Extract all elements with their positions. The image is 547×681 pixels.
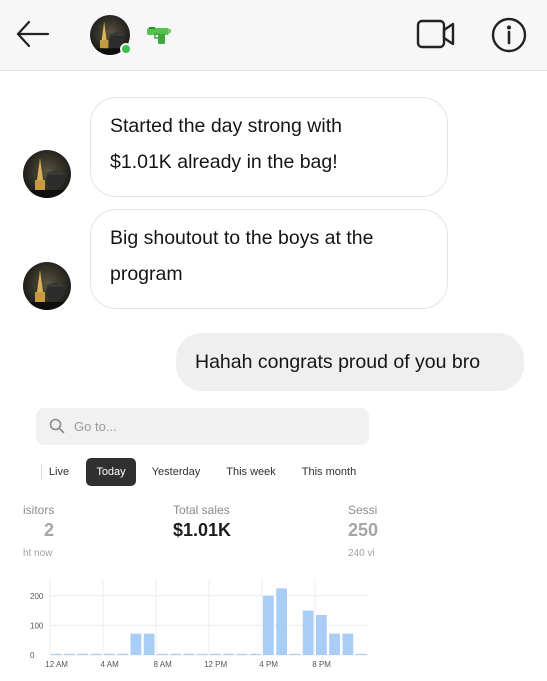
profile-avatar — [23, 150, 71, 198]
chart-bar — [90, 653, 102, 655]
chart-bar — [263, 595, 274, 655]
sender-avatar[interactable] — [23, 150, 71, 198]
chart-bar — [302, 610, 314, 655]
message-text-line: Big shoutout to the boys at the — [110, 227, 374, 249]
profile-avatar — [23, 262, 71, 310]
x-tick-label: 12 AM — [45, 660, 68, 669]
tab-this-month[interactable]: This month — [296, 458, 362, 486]
shared-screenshot[interactable]: Go to... Live Today Yesterday This week … — [0, 400, 380, 681]
message-text-line: $1.01K already in the bag! — [110, 151, 338, 173]
info-button[interactable] — [490, 16, 528, 54]
message-bubble[interactable]: Big shoutout to the boys at the program — [90, 209, 448, 309]
tab-today[interactable]: Today — [86, 458, 136, 486]
message-text-line: program — [110, 263, 183, 285]
metric-sub-visitors: ht now — [23, 548, 53, 559]
water-pistol-icon — [146, 25, 172, 45]
chart-bar — [249, 653, 261, 655]
search-bar[interactable]: Go to... — [36, 408, 369, 445]
video-call-button[interactable] — [416, 17, 456, 51]
chat-header — [0, 0, 547, 71]
chart-bar — [183, 653, 195, 655]
x-tick-label: 4 AM — [101, 660, 120, 669]
my-message-bubble[interactable]: Hahah congrats proud of you bro — [176, 333, 524, 391]
y-tick-label: 100 — [30, 621, 44, 630]
arrow-left-icon — [16, 20, 50, 48]
tab-divider — [41, 464, 42, 480]
metric-value-visitors: 2 — [44, 520, 55, 540]
search-icon — [49, 418, 65, 434]
date-range-tabs: Live Today Yesterday This week This mont… — [36, 458, 369, 486]
chart-bar — [170, 653, 181, 655]
chart-bar — [223, 653, 234, 655]
info-circle-icon — [491, 17, 527, 53]
x-tick-label: 12 PM — [204, 660, 227, 669]
chart-bar — [276, 588, 287, 655]
x-tick-label: 8 PM — [312, 660, 331, 669]
hourly-sales-chart: 0 100 200 12 AM 4 AM 8 AM 12 PM 4 PM 8 PM — [30, 578, 368, 669]
chart-bar — [329, 633, 340, 655]
chart-bar — [130, 633, 142, 655]
chart-bar — [64, 653, 75, 655]
message-text-line: Started the day strong with — [110, 115, 342, 137]
video-camera-icon — [416, 19, 455, 49]
back-button[interactable] — [14, 18, 52, 50]
x-tick-label: 4 PM — [259, 660, 278, 669]
metric-sub-sessions: 240 vi — [348, 548, 375, 559]
metric-label-visitors: isitors — [23, 503, 55, 517]
chart-bar — [196, 653, 208, 655]
chart-bar — [316, 615, 327, 655]
chart-bar — [236, 653, 248, 655]
online-status-dot — [120, 43, 132, 55]
y-tick-label: 200 — [30, 592, 44, 601]
metric-value-total-sales: $1.01K — [173, 520, 232, 540]
message-text-line: Hahah congrats proud of you bro — [195, 351, 481, 373]
y-tick-label: 0 — [30, 651, 35, 660]
metric-label-total-sales: Total sales — [173, 503, 230, 517]
chart-bar — [117, 653, 128, 655]
chart-bar — [157, 653, 168, 655]
chart-bar — [104, 653, 115, 655]
chart-bar — [51, 653, 62, 655]
chart-bar — [355, 653, 367, 655]
search-placeholder: Go to... — [74, 419, 117, 434]
sender-avatar[interactable] — [23, 262, 71, 310]
chart-bar — [143, 633, 155, 655]
tab-this-week[interactable]: This week — [220, 458, 282, 486]
metric-value-sessions: 250 — [348, 520, 379, 540]
tab-yesterday[interactable]: Yesterday — [146, 458, 206, 486]
x-tick-label: 8 AM — [154, 660, 173, 669]
chart-bar — [342, 633, 354, 655]
metric-label-sessions: Sessi — [348, 503, 378, 517]
chart-bar — [210, 653, 221, 655]
chart-bar — [289, 653, 301, 655]
chart-bar — [77, 653, 89, 655]
message-bubble[interactable]: Started the day strong with $1.01K alrea… — [90, 97, 448, 197]
tab-live[interactable]: Live — [44, 458, 74, 486]
